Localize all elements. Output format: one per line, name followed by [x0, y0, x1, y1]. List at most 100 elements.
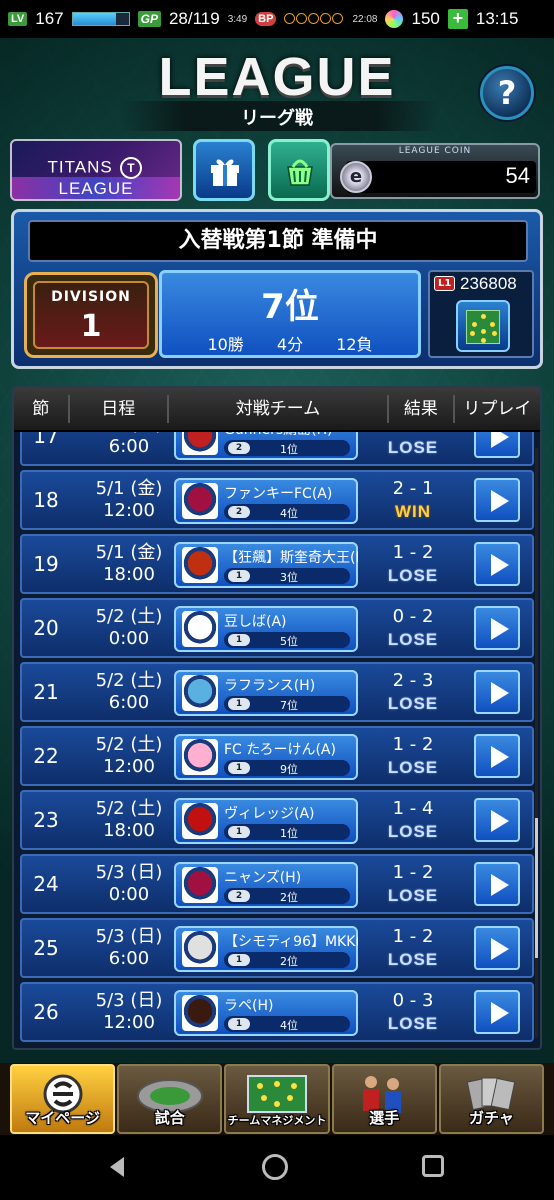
- match-result: LOSE: [387, 1014, 439, 1033]
- replay-play-button[interactable]: [474, 926, 520, 970]
- rank-button[interactable]: 7位 10勝 4分 12負: [159, 270, 421, 358]
- scrollbar-thumb[interactable]: [535, 818, 538, 958]
- help-button[interactable]: ?: [480, 66, 534, 120]
- opponent-team-info: 2 4位: [224, 504, 350, 520]
- back-icon[interactable]: [110, 1157, 124, 1177]
- replay-play-button[interactable]: [474, 478, 520, 522]
- nav-gacha[interactable]: ガチャ: [438, 1064, 545, 1134]
- round-number: 19: [33, 552, 59, 576]
- header-opponent: 対戦チーム: [169, 395, 390, 423]
- table-body[interactable]: 175/1 (金)6:00Gunners鯖島(H)21位1 - 2LOSE185…: [14, 432, 540, 1048]
- opponent-rank: 2位: [280, 891, 298, 904]
- match-day: 5/1 (金): [95, 478, 163, 499]
- opponent-team-name: ラペ(H): [224, 998, 274, 1014]
- recent-apps-icon[interactable]: [422, 1155, 444, 1177]
- opponent-team-info: 1 1位: [224, 824, 350, 840]
- nav-players[interactable]: 選手: [331, 1064, 437, 1134]
- replay-play-button[interactable]: [474, 798, 520, 842]
- opponent-team-button[interactable]: 【シモティ96】MKK(A 1 2位: [174, 926, 358, 972]
- match-date: 5/3 (日) 12:00: [74, 990, 184, 1034]
- match-score: 1 - 4: [392, 798, 434, 819]
- replay-play-button[interactable]: [474, 432, 520, 458]
- home-icon[interactable]: [262, 1154, 288, 1180]
- replay-play-button[interactable]: [474, 734, 520, 778]
- header-round: 節: [14, 395, 70, 423]
- gift-button[interactable]: [193, 139, 255, 201]
- match-score: 0 - 2: [392, 606, 434, 627]
- opponent-team-name: 【狂飆】斯奎奇大王(H): [224, 550, 358, 566]
- match-time: 12:00: [103, 500, 155, 521]
- nav-match[interactable]: 試合: [117, 1064, 223, 1134]
- opponent-team-button[interactable]: ニャンズ(H) 2 2位: [174, 862, 358, 908]
- opponent-team-button[interactable]: Gunners鯖島(H) 2 1位: [174, 432, 358, 460]
- round-number: 25: [33, 936, 59, 960]
- opponent-rank: 1位: [280, 443, 298, 456]
- formation-button[interactable]: [456, 300, 510, 352]
- round-number: 26: [33, 1000, 59, 1024]
- opponent-rank: 5位: [280, 635, 298, 648]
- gp-value: 28/119: [168, 9, 220, 28]
- opponent-team-button[interactable]: 豆しば(A) 1 5位: [174, 606, 358, 652]
- team-logo-icon: [182, 995, 218, 1031]
- team-strength-box: L1 236808: [428, 270, 534, 358]
- match-time: 12:00: [103, 1012, 155, 1033]
- team-logo-icon: [182, 547, 218, 583]
- division-number: 1: [80, 309, 102, 344]
- table-row: 19 5/1 (金) 18:00 【狂飆】斯奎奇大王(H) 1 3位 1 - 2 LOSE: [20, 534, 534, 594]
- opponent-team-button[interactable]: ファンキーFC(A) 2 4位: [174, 478, 358, 524]
- replay-play-button[interactable]: [474, 990, 520, 1034]
- formation-icon: [466, 310, 500, 344]
- match-score: 1 - 2: [392, 734, 434, 755]
- wins: 10勝: [207, 335, 244, 354]
- opponent-rank: 2位: [280, 955, 298, 968]
- opponent-team-button[interactable]: ラフランス(H) 1 7位: [174, 670, 358, 716]
- match-time: 0:00: [108, 628, 150, 649]
- opponent-team-button[interactable]: ヴィレッジ(A) 1 1位: [174, 798, 358, 844]
- nav-team-management-label: チームマネジメント: [227, 1114, 327, 1127]
- match-date: 5/2 (土) 12:00: [74, 734, 184, 778]
- division-chip: 1: [228, 762, 250, 774]
- match-day: 5/2 (土): [95, 606, 163, 627]
- division-chip: 1: [228, 634, 250, 646]
- titans-logo-icon: T: [120, 157, 143, 179]
- division-chip: 2: [228, 890, 250, 902]
- table-row: 17 5/1 (金)6:00 Gunners鯖島(H) 2 1位 1 - 2 LOSE: [20, 432, 534, 466]
- league-coin-label: LEAGUE COIN: [398, 146, 472, 156]
- shop-basket-button[interactable]: [268, 139, 330, 201]
- replay-play-button[interactable]: [474, 606, 520, 650]
- table-row: 25 5/3 (日) 6:00 【シモティ96】MKK(A 1 2位 1 - 2 LOSE: [20, 918, 534, 978]
- match-score: 2 - 3: [392, 670, 434, 691]
- nav-match-label: 試合: [154, 1109, 185, 1127]
- nav-team-management[interactable]: チームマネジメント: [224, 1064, 330, 1134]
- clock: 13:15: [475, 9, 519, 28]
- round-number: 21: [33, 680, 59, 704]
- team-logo-icon: [182, 611, 218, 647]
- gem-count: 150: [411, 9, 440, 28]
- level-progress-bar: [71, 12, 130, 26]
- header-replay: リプレイ: [463, 399, 532, 419]
- replay-play-button[interactable]: [474, 670, 520, 714]
- opponent-team-button[interactable]: 【狂飆】斯奎奇大王(H) 1 3位: [174, 542, 358, 588]
- opponent-team-name: FC たろーけん(A): [224, 742, 336, 758]
- match-time: 18:00: [103, 820, 155, 841]
- replay-play-button[interactable]: [474, 542, 520, 586]
- match-result: LOSE: [387, 566, 439, 585]
- opponent-team-button[interactable]: ラペ(H) 1 4位: [174, 990, 358, 1036]
- plus-icon[interactable]: +: [447, 9, 468, 29]
- opponent-rank: 4位: [280, 1019, 298, 1032]
- match-day: 5/3 (日): [95, 862, 163, 883]
- match-time: 6:00: [108, 692, 150, 713]
- titans-league-button[interactable]: TITANS T LEAGUE: [10, 139, 182, 201]
- nav-mypage[interactable]: マイページ: [10, 1064, 116, 1134]
- match-score: 1 - 2: [392, 542, 434, 563]
- page-title: LEAGUE: [158, 47, 396, 107]
- level-progress-fill: [72, 13, 117, 25]
- league-coin-icon: e: [340, 161, 372, 193]
- table-header: 節 日程 対戦チーム 結果 リプレイ: [14, 388, 540, 432]
- replay-play-button[interactable]: [474, 862, 520, 906]
- team-strength-value: 236808: [460, 274, 517, 293]
- level-badge: LV: [8, 12, 28, 26]
- match-day: 5/1 (金): [95, 542, 163, 563]
- table-row: 22 5/2 (土) 12:00 FC たろーけん(A) 1 9位 1 - 2 LOSE: [20, 726, 534, 786]
- opponent-team-button[interactable]: FC たろーけん(A) 1 9位: [174, 734, 358, 780]
